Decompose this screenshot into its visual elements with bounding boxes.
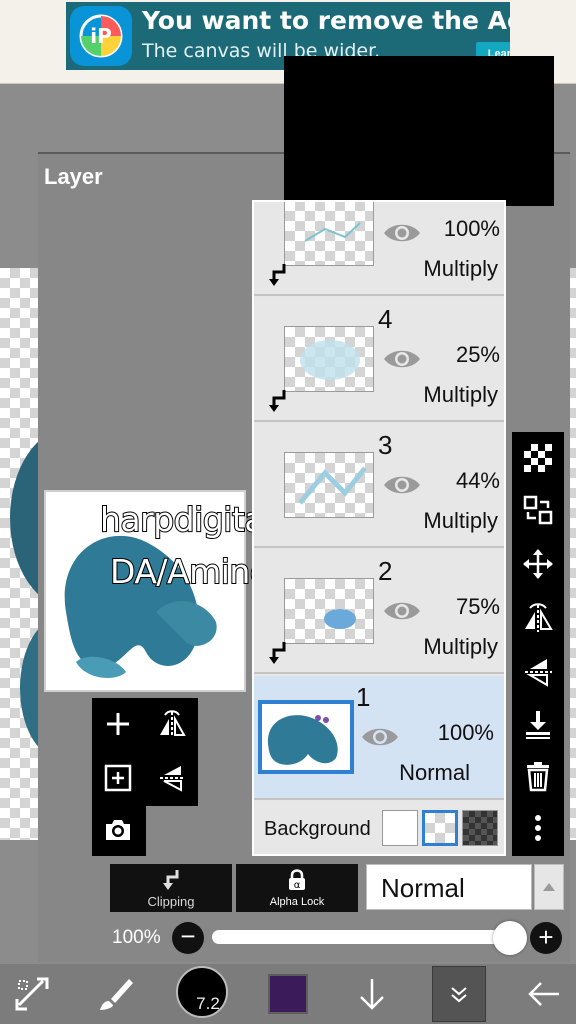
lock-icon: α [289,869,305,891]
layer-row-selected[interactable]: 1 100% Normal [254,676,504,800]
swap-layers-icon[interactable] [516,488,560,532]
clipping-arrow-icon [269,642,286,664]
ibispaint-logo-icon: iP [70,6,132,66]
panel-title: Layer [44,164,103,189]
clipping-arrow-icon [269,264,286,286]
back-arrow-icon[interactable] [516,968,572,1020]
opacity-decrease-button[interactable]: − [172,922,204,954]
svg-text:α: α [294,880,301,891]
flip-vertical-icon[interactable] [516,650,560,694]
layer-thumbnail [284,452,374,518]
eye-icon[interactable] [382,598,422,624]
opacity-slider-knob[interactable] [493,921,527,955]
layer-thumbnail [284,202,374,266]
svg-text:iP: iP [90,24,112,48]
blend-mode-dropdown-button[interactable] [534,864,564,910]
camera-icon[interactable] [96,808,140,852]
triangle-up-icon [543,883,555,891]
layer-opacity: 100% [437,720,494,745]
opacity-slider[interactable] [212,930,512,944]
flip-horizontal-icon[interactable] [516,596,560,640]
redaction-box [284,56,554,206]
layer-opacity: 100% [443,216,500,241]
eye-icon[interactable] [360,724,400,750]
layer-camera-tool [92,806,146,856]
layer-row[interactable]: 2 75% Multiply [254,550,504,674]
ad-title: You want to remove the Ad? [142,6,510,35]
eye-icon[interactable] [382,472,422,498]
layer-number: 3 [378,430,393,460]
background-white-option[interactable] [382,810,418,846]
layer-thumbnail [284,326,374,392]
layer-row[interactable]: 100% Multiply [254,202,504,296]
layer-panel-toggle-button[interactable] [432,966,486,1022]
clipping-label: Clipping [147,894,195,909]
eye-icon[interactable] [382,346,422,372]
color-swatch[interactable] [268,974,308,1014]
transparency-checker-icon[interactable] [516,436,560,480]
layer-opacity: 25% [455,342,500,367]
alpha-lock-button[interactable]: α Alpha Lock [236,864,358,912]
layer-tool-column [512,432,564,856]
opacity-increase-button[interactable]: + [530,922,562,954]
background-transparent-option[interactable] [422,810,458,846]
brush-size-value: 7.2 [196,994,220,1013]
background-row: Background [254,802,504,854]
duplicate-layer-icon[interactable] [96,756,140,800]
layer-row[interactable]: 3 44% Multiply [254,424,504,548]
layer-opacity: 75% [455,594,500,619]
layer-blend-mode: Multiply [423,382,498,407]
alpha-lock-label: Alpha Lock [269,896,325,908]
layer-blend-mode: Multiply [423,508,498,533]
background-label: Background [264,818,371,840]
layer-blend-mode: Normal [399,760,470,785]
layer-list[interactable]: 100% Multiply 4 25% Multiply 3 44% Multi… [252,200,506,856]
opacity-label: 100% [112,927,161,948]
layer-number: 1 [356,682,371,712]
double-chevron-down-icon [451,987,467,1003]
layer-opacity: 44% [455,468,500,493]
add-layer-icon[interactable] [96,702,140,746]
layer-blend-mode: Multiply [423,634,498,659]
move-icon[interactable] [516,542,560,586]
layer-number: 4 [378,304,393,334]
merge-down-icon[interactable] [516,702,560,746]
delete-layer-icon[interactable] [516,754,560,798]
download-arrow-icon[interactable] [344,968,400,1020]
layer-thumbnail [258,700,354,774]
background-dark-option[interactable] [462,810,498,846]
layer-add-tools [92,698,198,806]
blend-mode-select[interactable]: Normal [366,864,532,910]
clipping-arrow-icon [163,870,179,890]
clipping-button[interactable]: Clipping [110,864,232,912]
more-options-icon[interactable] [516,806,560,850]
layer-blend-mode: Multiply [423,256,498,281]
clipping-arrow-icon [269,390,286,412]
layer-thumbnail [284,578,374,644]
flip-horizontal-icon[interactable] [150,702,194,746]
layer-row[interactable]: 4 25% Multiply [254,298,504,422]
opacity-slider-fill [212,930,512,944]
transform-tool-icon[interactable] [4,968,60,1020]
layer-number: 2 [378,556,393,586]
brush-tool-icon[interactable] [88,968,144,1020]
eye-icon[interactable] [382,220,422,246]
blend-mode-value: Normal [381,873,465,903]
flip-vertical-icon[interactable] [150,756,194,800]
